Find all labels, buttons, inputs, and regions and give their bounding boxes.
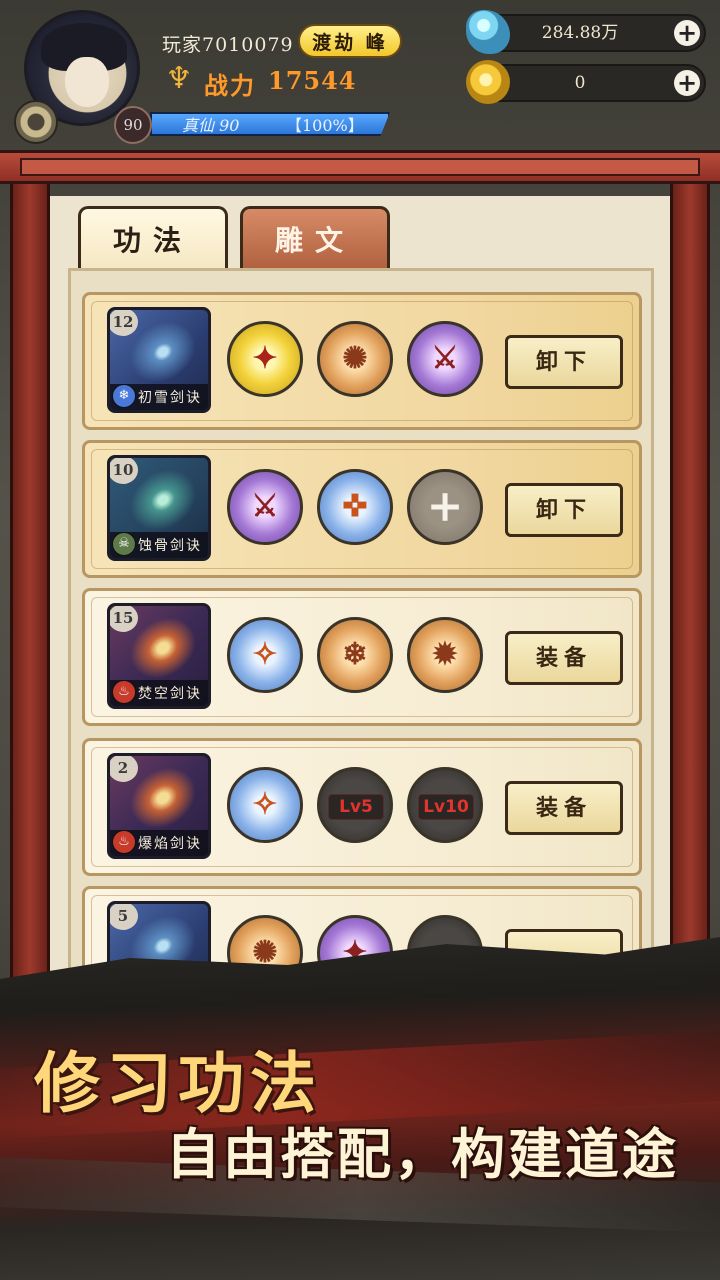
cultivation-progress-text: 【100%】 (286, 116, 364, 135)
frame-pillar-left (10, 184, 50, 1044)
flame-icon: ♨ (112, 830, 136, 854)
add-spirit-stone-button[interactable]: + (674, 20, 700, 46)
technique-level: 15 (110, 606, 138, 632)
spirit-stone-counter: 284.88万 + (478, 14, 706, 52)
locked-socket: Lv5 (317, 767, 393, 843)
technique-icon-tile[interactable]: 15 ♨ 焚空剑诀 (107, 603, 211, 709)
technique-name: 爆焰剑诀 (138, 836, 202, 852)
combat-power-icon: ♆ (165, 61, 193, 96)
gold-coin-value: 0 (574, 73, 586, 93)
technique-level: 5 (110, 904, 138, 930)
unequip-button[interactable]: 卸下 (505, 483, 623, 537)
skull-icon: ☠ (112, 532, 136, 556)
equip-button[interactable]: 装备 (505, 781, 623, 835)
gold-coin-icon (466, 60, 510, 104)
cultivation-realm-label: 真仙 90 (182, 116, 240, 135)
ice-sword-icon[interactable]: ✧ (227, 617, 303, 693)
frame-pillar-right (670, 184, 710, 1044)
tab-glyphs[interactable]: 雕文 (240, 206, 390, 270)
technique-icon-tile[interactable]: 2 ♨ 爆焰剑诀 (107, 753, 211, 859)
flame-icon: ♨ (112, 680, 136, 704)
technique-level: 12 (110, 310, 138, 336)
technique-card[interactable]: 15 ♨ 焚空剑诀 ✧ ❄ ✹ 装备 (82, 588, 642, 726)
player-name: 玩家7010079 (162, 34, 294, 56)
triple-swords-icon[interactable]: ⚔ (407, 321, 483, 397)
combat-power-label: 战力 (204, 71, 256, 100)
unlock-level-label: Lv5 (328, 794, 384, 820)
technique-icon-tile[interactable]: 12 ❄ 初雪剑诀 (107, 307, 211, 413)
add-gold-coin-button[interactable]: + (674, 70, 700, 96)
avatar-face (65, 57, 109, 107)
frame-beam-inlay (20, 158, 700, 176)
snow-crystal-icon[interactable]: ❄ (317, 617, 393, 693)
triple-swords-icon[interactable]: ⚔ (227, 469, 303, 545)
slogan-line-2: 自由搭配，构建道途 (166, 1122, 679, 1186)
locked-socket: Lv10 (407, 767, 483, 843)
settings-gear-icon[interactable] (14, 100, 58, 144)
technique-level: 10 (110, 458, 138, 484)
unlock-level-label: Lv10 (418, 794, 474, 820)
gold-coin-counter: 0 + (478, 64, 706, 102)
technique-name: 蚀骨剑诀 (138, 538, 202, 554)
technique-level: 2 (110, 756, 138, 782)
technique-card[interactable]: 10 ☠ 蚀骨剑诀 ⚔ ✜ + 卸下 (82, 440, 642, 578)
technique-card[interactable]: 12 ❄ 初雪剑诀 ✦ ✺ ⚔ 卸下 (82, 292, 642, 430)
combat-power-value: 17544 (268, 66, 357, 95)
player-level-badge: 90 (114, 106, 152, 144)
flame-sword-icon[interactable]: ✜ (317, 469, 393, 545)
add-socket-plus-icon[interactable]: + (407, 469, 483, 545)
unequip-button[interactable]: 卸下 (505, 335, 623, 389)
tab-techniques[interactable]: 功法 (78, 206, 228, 270)
shattered-sword-icon[interactable]: ✹ (407, 617, 483, 693)
sword-burst-icon[interactable]: ✦ (227, 321, 303, 397)
realm-badge[interactable]: 渡劫 峰 (298, 24, 402, 58)
whirl-blade-icon[interactable]: ✺ (317, 321, 393, 397)
snowflake-icon: ❄ (112, 384, 136, 408)
spirit-stone-value: 284.88万 (541, 23, 619, 43)
technique-card[interactable]: 2 ♨ 爆焰剑诀 ✧ Lv5 Lv10 装备 (82, 738, 642, 876)
technique-name: 焚空剑诀 (138, 686, 202, 702)
technique-icon-tile[interactable]: 10 ☠ 蚀骨剑诀 (107, 455, 211, 561)
technique-name: 初雪剑诀 (138, 390, 202, 406)
equip-button[interactable]: 装备 (505, 631, 623, 685)
ice-sword-icon[interactable]: ✧ (227, 767, 303, 843)
